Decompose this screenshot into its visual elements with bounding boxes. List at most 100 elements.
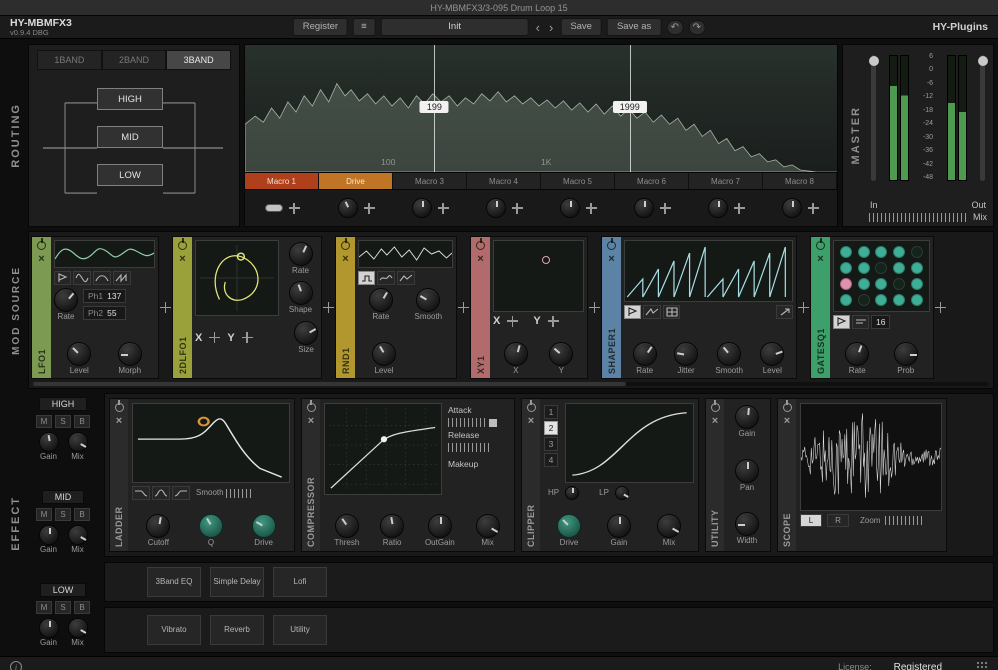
undo-icon[interactable]: ↶ [666, 20, 683, 35]
gate-step-dot[interactable] [911, 278, 923, 290]
macro-7-assign-icon[interactable] [734, 203, 745, 214]
morph-knob[interactable] [118, 342, 142, 366]
power-icon[interactable] [307, 403, 316, 412]
clip-slot-2[interactable]: 2 [544, 421, 558, 435]
macro-1-control[interactable] [265, 204, 283, 212]
close-icon[interactable]: × [179, 254, 185, 265]
arc-wave-icon-button[interactable] [93, 271, 111, 285]
hp-knob[interactable] [565, 486, 579, 500]
xy-pad[interactable] [493, 240, 584, 312]
x-knob[interactable] [504, 342, 528, 366]
gate-step-dot[interactable] [911, 246, 923, 258]
thresh-knob[interactable] [335, 514, 359, 538]
power-icon[interactable] [527, 403, 536, 412]
level-knob[interactable] [372, 342, 396, 366]
macro-2-knob[interactable] [338, 198, 358, 218]
macro-6-knob[interactable] [634, 198, 654, 218]
close-icon[interactable]: × [38, 254, 44, 265]
prob-knob[interactable] [894, 342, 918, 366]
step-count-value[interactable]: 16 [871, 315, 890, 329]
gate-step-dot[interactable] [858, 294, 870, 306]
macro-8-tab[interactable]: Macro 8 [763, 173, 837, 189]
drag-handle-icon[interactable] [798, 302, 809, 313]
size-knob[interactable] [294, 321, 318, 345]
tab-1band[interactable]: 1BAND [37, 50, 102, 70]
shape-preset-icon-button[interactable] [624, 305, 641, 319]
macro-6-assign-icon[interactable] [660, 203, 671, 214]
macro-5-knob[interactable] [560, 198, 580, 218]
clip-slot-3[interactable]: 3 [544, 437, 558, 451]
tab-3band[interactable]: 3BAND [166, 50, 231, 70]
x-assign-icon[interactable] [507, 316, 518, 327]
drag-handle-icon[interactable] [589, 302, 600, 313]
power-icon[interactable] [816, 241, 825, 250]
band-gain-knob[interactable] [39, 432, 59, 452]
phase1-value[interactable]: Ph1 137 [83, 289, 126, 303]
pan-knob[interactable] [735, 459, 759, 483]
bypass-button[interactable]: B [74, 508, 90, 521]
redo-icon[interactable]: ↷ [688, 20, 705, 35]
crossover-freq-2[interactable]: 1999 [613, 101, 647, 113]
routing-band-mid[interactable]: MID [97, 126, 163, 148]
effect-slot-3band-eq[interactable]: 3Band EQ [147, 567, 201, 597]
drag-handle-icon[interactable] [323, 302, 334, 313]
level-knob[interactable] [67, 342, 91, 366]
effect-slot-vibrato[interactable]: Vibrato [147, 615, 201, 645]
gate-step-dot[interactable] [893, 246, 905, 258]
power-icon[interactable] [115, 403, 124, 412]
gate-step-dot[interactable] [840, 294, 852, 306]
drag-handle-icon[interactable] [458, 302, 469, 313]
mix-knob[interactable] [476, 514, 500, 538]
y-assign-icon[interactable] [548, 316, 559, 327]
drag-handle-icon[interactable] [160, 302, 171, 313]
rate-knob[interactable] [633, 342, 657, 366]
gate-step-dot[interactable] [858, 262, 870, 274]
gate-step-dot[interactable] [911, 262, 923, 274]
preset-name-field[interactable]: Init [381, 18, 529, 35]
saw-wave-icon-button[interactable] [113, 271, 131, 285]
power-icon[interactable] [711, 403, 720, 412]
macro-8-knob[interactable] [782, 198, 802, 218]
drive-knob[interactable] [252, 514, 276, 538]
crossover-freq-1[interactable]: 199 [420, 101, 449, 113]
width-knob[interactable] [735, 512, 759, 536]
macro-7-knob[interactable] [708, 198, 728, 218]
power-icon[interactable] [37, 241, 46, 250]
effect-slot-utility[interactable]: Utility [273, 615, 327, 645]
level-knob[interactable] [760, 342, 784, 366]
close-icon[interactable]: × [477, 254, 483, 265]
resize-grip-icon[interactable] [976, 661, 988, 670]
lp-knob[interactable] [615, 486, 629, 500]
preset-next-button[interactable]: › [547, 21, 555, 34]
macro-5-tab[interactable]: Macro 5 [541, 173, 615, 189]
trigger-icon-button[interactable] [54, 271, 71, 285]
solo-button[interactable]: S [55, 601, 71, 614]
smooth-mode-icon-button[interactable] [377, 271, 395, 285]
close-icon[interactable]: × [817, 254, 823, 265]
bypass-button[interactable]: B [74, 601, 90, 614]
highpass-icon-button[interactable] [172, 486, 190, 500]
band-mix-knob[interactable] [68, 432, 88, 452]
grid-icon-button[interactable] [663, 305, 680, 319]
jitter-knob[interactable] [674, 342, 698, 366]
compressor-curve-display[interactable] [324, 403, 442, 495]
attack-slider[interactable] [448, 418, 486, 427]
scope-right-button[interactable]: R [827, 514, 849, 527]
power-icon[interactable] [607, 241, 616, 250]
info-icon[interactable]: i [10, 661, 22, 670]
menu-button[interactable]: ≡ [353, 18, 376, 35]
macro-1-assign-icon[interactable] [289, 203, 300, 214]
macro-5-assign-icon[interactable] [586, 203, 597, 214]
scope-left-button[interactable]: L [800, 514, 822, 527]
bypass-button[interactable]: B [74, 415, 90, 428]
solo-button[interactable]: S [55, 415, 71, 428]
effect-slot-lofi[interactable]: Lofi [273, 567, 327, 597]
smooth-slider[interactable] [226, 489, 252, 498]
master-mix-slider[interactable] [869, 213, 968, 222]
ratio-knob[interactable] [380, 514, 404, 538]
close-icon[interactable]: × [308, 416, 314, 427]
rate-knob[interactable] [54, 288, 78, 312]
rate-knob[interactable] [289, 242, 313, 266]
lowpass-icon-button[interactable] [132, 486, 150, 500]
gain-knob[interactable] [607, 514, 631, 538]
